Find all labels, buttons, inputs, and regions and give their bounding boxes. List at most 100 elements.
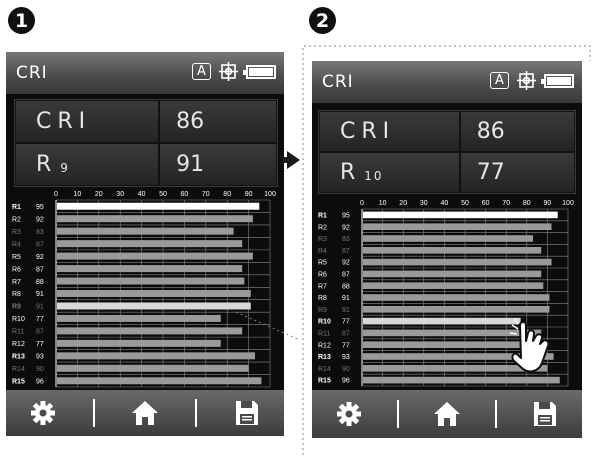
target-icon[interactable] <box>219 62 238 81</box>
cri-label: CRI <box>319 111 460 152</box>
category-label: R8 <box>12 291 21 298</box>
x-tick-label: 10 <box>379 200 387 207</box>
category-label: R11 <box>12 329 24 336</box>
bar-r4 <box>363 246 542 254</box>
bar-r8 <box>363 294 550 301</box>
readout-panel: CRI 86 R 10 77 <box>318 110 576 194</box>
separator <box>93 399 96 427</box>
category-label: R5 <box>318 260 327 267</box>
value-label: 88 <box>36 279 44 286</box>
category-label: R11 <box>318 330 330 337</box>
bottom-bar <box>6 390 284 436</box>
category-label: R14 <box>318 366 331 373</box>
x-tick-label: 30 <box>116 191 124 198</box>
transition-arrow-icon <box>287 151 300 169</box>
category-label: R1 <box>318 212 327 219</box>
x-tick-label: 20 <box>95 191 103 198</box>
bar-r13 <box>57 352 256 360</box>
device-screen-2: CRI A CRI 86 R 10 77 0 10 20 30 40 50 60 70 80 90… <box>312 61 582 438</box>
home-icon <box>433 402 460 426</box>
bottom-bar <box>312 390 582 438</box>
x-tick-label: 100 <box>562 200 574 207</box>
top-bar: CRI A <box>6 52 284 94</box>
category-label: R1 <box>12 204 21 211</box>
bar-r14 <box>57 364 249 372</box>
bar-r7 <box>363 282 544 290</box>
category-label: R12 <box>12 341 25 348</box>
category-label: R7 <box>12 279 21 286</box>
category-label: R6 <box>12 266 21 273</box>
x-tick-label: 10 <box>74 191 82 198</box>
x-tick-label: 0 <box>360 200 364 207</box>
settings-button[interactable] <box>18 393 68 433</box>
x-tick-label: 60 <box>181 191 189 198</box>
r-index-label[interactable]: R 10 <box>319 152 460 193</box>
home-button[interactable] <box>422 394 472 434</box>
home-icon <box>131 401 158 425</box>
x-tick-label: 90 <box>245 191 253 198</box>
value-label: 87 <box>36 266 44 273</box>
a-mode-icon[interactable]: A <box>192 63 211 80</box>
value-label: 88 <box>342 283 350 290</box>
value-label: 92 <box>36 254 44 261</box>
category-label: R3 <box>318 236 327 243</box>
category-label: R4 <box>12 241 21 248</box>
category-label: R2 <box>318 224 327 231</box>
value-label: 93 <box>36 354 44 361</box>
value-label: 77 <box>36 341 44 348</box>
battery-icon <box>243 64 276 79</box>
settings-button[interactable] <box>324 394 374 434</box>
x-tick-label: 70 <box>502 200 510 207</box>
bar-r5 <box>363 258 552 266</box>
bar-r6 <box>363 270 542 278</box>
battery-icon <box>541 73 574 88</box>
x-tick-label: 90 <box>544 200 552 207</box>
x-tick-label: 70 <box>202 191 210 198</box>
category-label: R8 <box>318 295 327 302</box>
r-label-main: R <box>36 152 58 177</box>
gear-icon <box>336 402 361 426</box>
screen-title: CRI <box>16 63 48 83</box>
value-label: 87 <box>342 248 350 255</box>
category-label: R15 <box>12 379 25 386</box>
bar-r10 <box>57 314 221 322</box>
value-label: 90 <box>342 366 350 373</box>
x-tick-label: 100 <box>264 191 276 198</box>
cri-label: CRI <box>15 100 160 143</box>
screen-title: CRI <box>322 72 354 92</box>
r-index-label[interactable]: R 9 <box>15 143 160 186</box>
bar-r1 <box>363 211 558 219</box>
device-screen-1: CRI A CRI 86 R 9 91 0 10 20 30 40 50 60 70 80 90 1… <box>6 52 284 436</box>
ri-bar-chart[interactable]: 0 10 20 30 40 50 60 70 80 90 100 R1 95 R2 92 R3 83 R4 87 R5… <box>6 186 284 391</box>
value-label: 77 <box>36 316 44 323</box>
category-label: R14 <box>12 366 25 373</box>
r-label-main: R <box>340 160 362 185</box>
save-button[interactable] <box>222 393 272 433</box>
bar-r12 <box>57 339 221 347</box>
value-label: 92 <box>36 216 44 223</box>
target-icon[interactable] <box>517 71 536 90</box>
value-label: 96 <box>36 379 44 386</box>
value-label: 95 <box>36 204 44 211</box>
value-label: 87 <box>342 271 350 278</box>
step-2-marker: 2 <box>309 7 336 34</box>
value-label: 83 <box>342 236 350 243</box>
value-label: 77 <box>342 319 350 326</box>
bar-r9 <box>57 302 251 310</box>
r-index-value: 91 <box>159 143 277 186</box>
bar-r15 <box>57 377 262 385</box>
category-label: R2 <box>12 216 21 223</box>
x-tick-label: 80 <box>523 200 531 207</box>
cri-value: 86 <box>159 100 277 143</box>
value-label: 95 <box>342 212 350 219</box>
value-label: 91 <box>36 291 44 298</box>
bar-r5 <box>57 252 253 260</box>
a-mode-icon[interactable]: A <box>490 72 509 89</box>
value-label: 96 <box>342 378 350 385</box>
x-tick-label: 30 <box>420 200 428 207</box>
save-icon <box>534 402 557 426</box>
category-label: R9 <box>12 304 21 311</box>
x-tick-label: 40 <box>138 191 146 198</box>
home-button[interactable] <box>120 393 170 433</box>
save-button[interactable] <box>520 394 570 434</box>
